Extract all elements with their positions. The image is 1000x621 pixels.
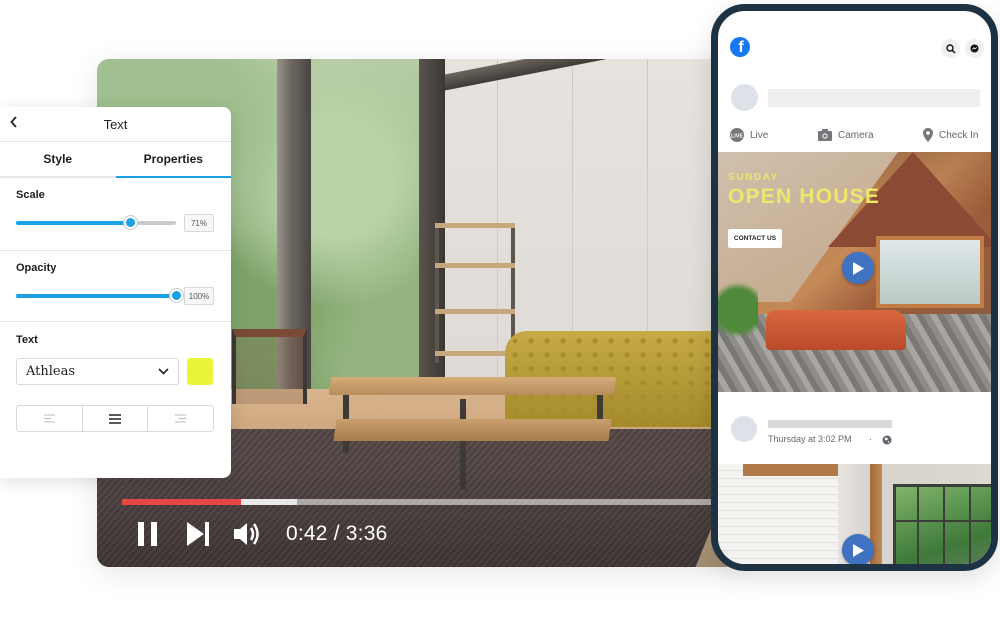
text-section: Text Athleas xyxy=(0,322,231,432)
played-bar xyxy=(122,499,242,505)
play-button[interactable] xyxy=(842,252,874,284)
opacity-slider-fill xyxy=(16,294,176,298)
align-right-icon xyxy=(175,414,187,423)
author-name-placeholder xyxy=(768,420,892,428)
scale-slider-handle[interactable] xyxy=(123,216,137,229)
text-properties-panel: Text Style Properties Scale 71% Opacity xyxy=(0,107,231,478)
font-dropdown[interactable]: Athleas xyxy=(16,358,179,385)
play-icon xyxy=(853,261,864,275)
composer-actions: LIVE Live Camera Check In xyxy=(718,125,991,145)
pause-icon xyxy=(138,522,157,546)
coffee-table xyxy=(328,377,617,395)
scale-value-field[interactable]: 71% xyxy=(184,214,214,232)
separator-dot: · xyxy=(869,434,872,444)
align-center-icon xyxy=(109,413,121,424)
post-title: OPEN HOUSE xyxy=(728,185,881,208)
post-timestamp[interactable]: Thursday at 3:02 PM xyxy=(768,434,852,444)
align-center-button[interactable] xyxy=(83,406,149,431)
text-color-swatch[interactable] xyxy=(187,358,213,385)
svg-text:LIVE: LIVE xyxy=(731,133,744,139)
alignment-button-group xyxy=(16,405,214,432)
post-subtitle: SUNDAY xyxy=(728,172,779,183)
tab-properties[interactable]: Properties xyxy=(115,142,232,178)
search-button[interactable] xyxy=(941,39,960,58)
coffee-table-shelf xyxy=(333,419,612,441)
volume-icon xyxy=(234,523,259,545)
opacity-slider[interactable] xyxy=(16,289,183,302)
font-dropdown-value: Athleas xyxy=(26,364,76,379)
check-in-button[interactable]: Check In xyxy=(923,128,978,142)
scale-label: Scale xyxy=(16,189,45,201)
composer-avatar xyxy=(731,84,758,111)
composer-input[interactable] xyxy=(768,89,980,107)
chevron-left-icon xyxy=(10,116,17,128)
play-icon xyxy=(853,543,864,557)
author-avatar[interactable] xyxy=(731,416,757,442)
align-left-button[interactable] xyxy=(17,406,83,431)
pause-button[interactable] xyxy=(130,516,166,552)
chevron-down-icon xyxy=(158,368,169,375)
tab-style[interactable]: Style xyxy=(0,142,116,176)
play-button[interactable] xyxy=(842,534,874,564)
loft-video-post[interactable] xyxy=(718,464,991,564)
search-icon xyxy=(945,43,956,54)
messenger-icon xyxy=(970,44,979,53)
volume-button[interactable] xyxy=(230,516,266,552)
facebook-logo-icon[interactable]: f xyxy=(730,37,750,57)
open-house-post[interactable]: SUNDAY OPEN HOUSE CONTACT US xyxy=(718,152,991,392)
opacity-slider-handle[interactable] xyxy=(170,289,183,302)
phone-mockup: f LIVE Live Camera Check In SUNDAY OPEN … xyxy=(711,4,998,571)
camera-button[interactable]: Camera xyxy=(818,129,874,141)
marketing-composite: 0:42 / 3:36 Text Style Properties Scale … xyxy=(0,0,1000,621)
location-pin-icon xyxy=(923,128,933,142)
video-controls: 0:42 / 3:36 xyxy=(130,514,387,554)
skip-next-icon xyxy=(187,522,209,546)
opacity-value-field[interactable]: 100% xyxy=(184,287,214,305)
align-left-icon xyxy=(43,414,55,423)
globe-icon xyxy=(882,435,892,445)
side-cart xyxy=(232,329,307,404)
video-progress-bar[interactable] xyxy=(122,499,737,505)
scale-slider[interactable] xyxy=(16,216,176,229)
opacity-label: Opacity xyxy=(16,262,57,274)
back-button[interactable] xyxy=(10,115,18,133)
align-right-button[interactable] xyxy=(148,406,213,431)
messenger-button[interactable] xyxy=(965,39,984,58)
live-icon: LIVE xyxy=(730,128,744,142)
camera-icon xyxy=(818,129,832,141)
bookshelf xyxy=(435,223,515,363)
opacity-section: Opacity 100% xyxy=(0,251,231,322)
panel-tabs: Style Properties xyxy=(0,142,231,178)
scale-slider-fill xyxy=(16,221,130,225)
contact-us-button[interactable]: CONTACT US xyxy=(728,229,782,248)
panel-title: Text xyxy=(103,116,128,132)
text-section-label: Text xyxy=(16,334,38,346)
time-display: 0:42 / 3:36 xyxy=(286,522,388,545)
live-button[interactable]: LIVE Live xyxy=(730,128,768,142)
facebook-header: f xyxy=(718,11,991,71)
skip-next-button[interactable] xyxy=(180,516,216,552)
scale-section: Scale 71% xyxy=(0,178,231,251)
bed-illustration xyxy=(766,310,906,350)
panel-header: Text xyxy=(0,107,231,142)
post-header: Thursday at 3:02 PM · xyxy=(718,392,991,464)
